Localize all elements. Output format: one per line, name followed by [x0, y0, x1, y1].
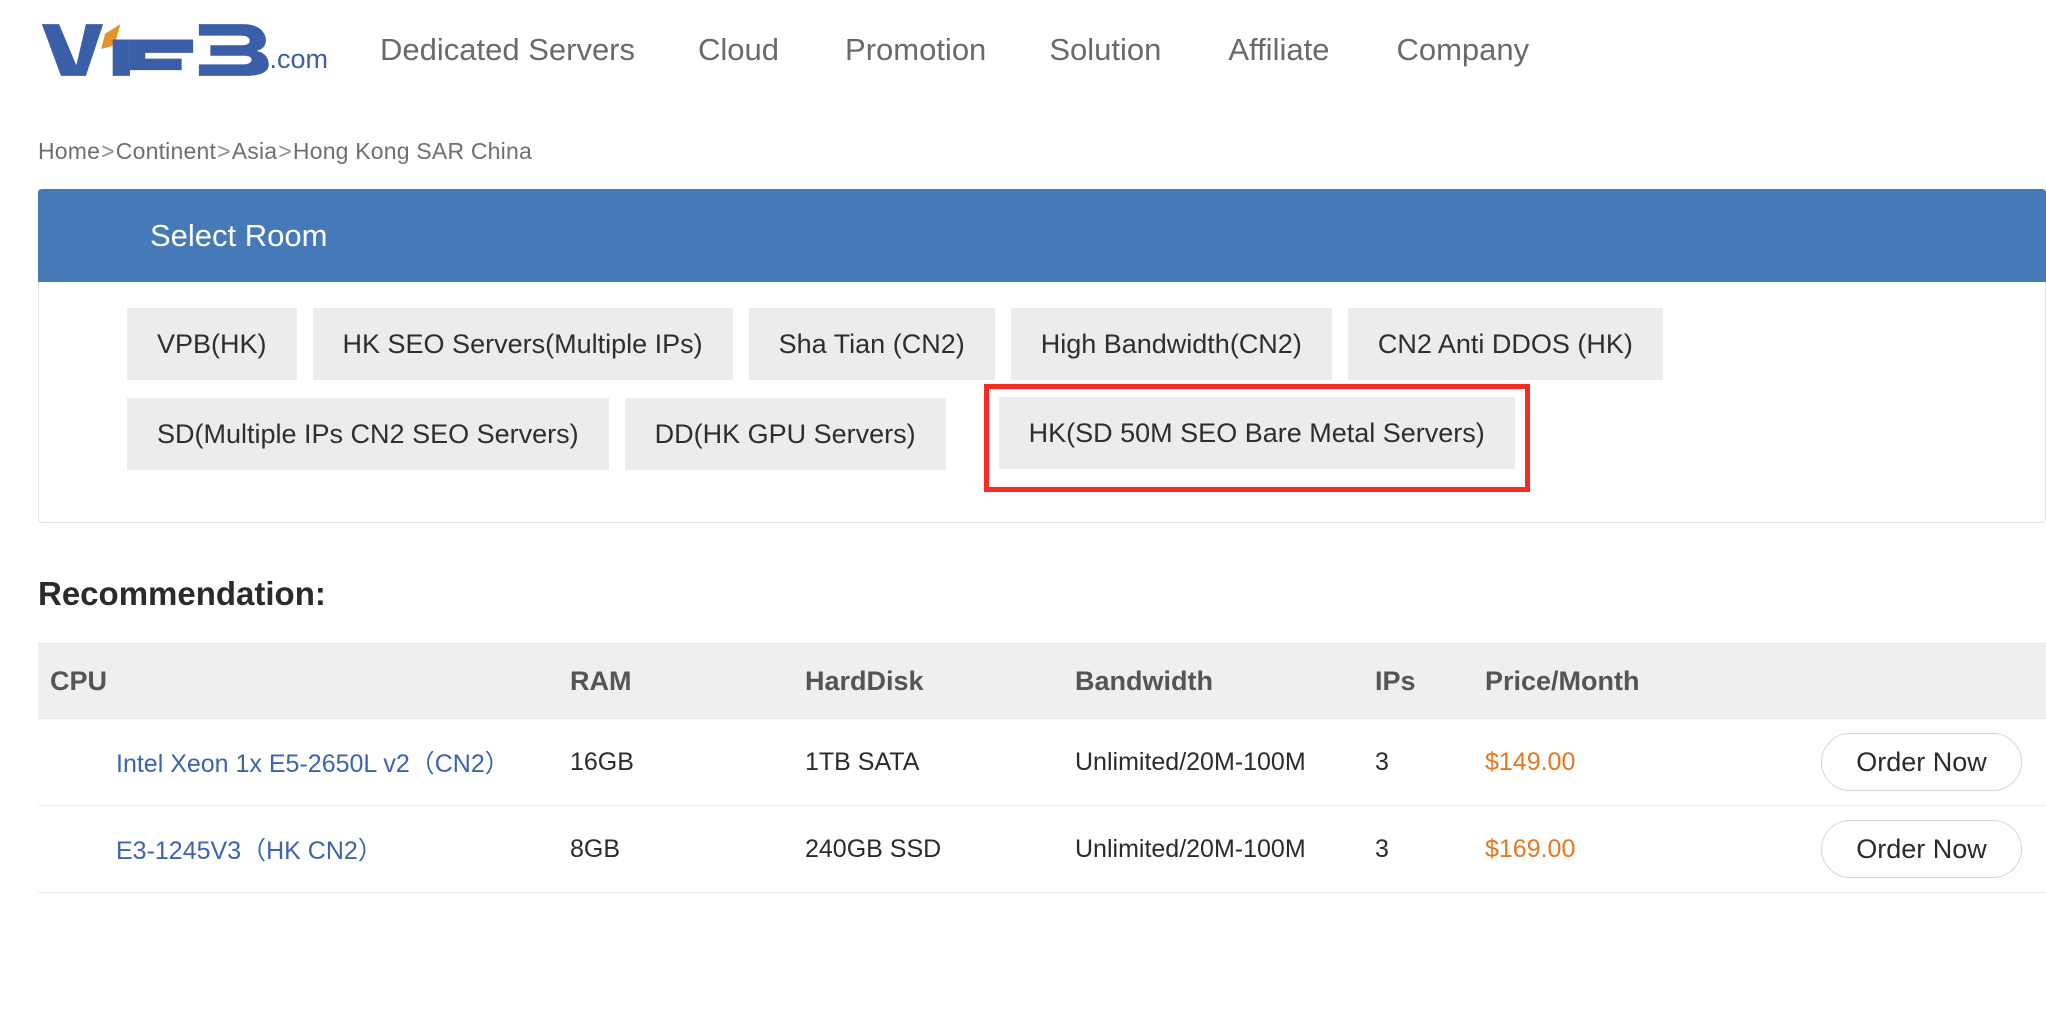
- recommendation-title: Recommendation:: [38, 575, 326, 612]
- room-option-hk-sd-50m-seo-bare-metal[interactable]: HK(SD 50M SEO Bare Metal Servers): [998, 397, 1515, 469]
- room-option-cn2-anti-ddos-hk[interactable]: CN2 Anti DDOS (HK): [1347, 308, 1663, 380]
- vpb-logo-icon: [41, 24, 269, 76]
- cell-cpu: Intel Xeon 1x E5-2650L v2（CN2）: [38, 718, 570, 806]
- column-header-action: [1785, 643, 2046, 719]
- price-value: $149.00: [1485, 747, 1576, 776]
- select-room-body: VPB(HK) HK SEO Servers(Multiple IPs) Sha…: [39, 282, 2045, 522]
- nav-item-cloud[interactable]: Cloud: [698, 26, 779, 74]
- breadcrumb-item-current: Hong Kong SAR China: [292, 138, 532, 164]
- breadcrumb-item-asia[interactable]: Asia: [232, 138, 278, 164]
- breadcrumb-separator: >: [217, 138, 231, 164]
- server-table-wrapper: CPU RAM HardDisk Bandwidth IPs Price/Mon…: [38, 643, 2046, 893]
- logo-dotcom-text: .com: [269, 44, 328, 74]
- room-option-sd-multiple-ips-cn2-seo[interactable]: SD(Multiple IPs CN2 SEO Servers): [127, 398, 609, 470]
- cell-action: Order Now: [1785, 718, 2046, 806]
- server-table-head: CPU RAM HardDisk Bandwidth IPs Price/Mon…: [38, 643, 2046, 719]
- column-header-ips: IPs: [1375, 643, 1485, 719]
- cell-harddisk: 1TB SATA: [805, 718, 1075, 806]
- cell-harddisk: 240GB SSD: [805, 805, 1075, 893]
- room-option-vpb-hk[interactable]: VPB(HK): [127, 308, 297, 380]
- table-row: Intel Xeon 1x E5-2650L v2（CN2） 16GB 1TB …: [38, 718, 2046, 806]
- breadcrumb-separator: >: [278, 138, 292, 164]
- column-header-bandwidth: Bandwidth: [1075, 643, 1375, 719]
- server-table: CPU RAM HardDisk Bandwidth IPs Price/Mon…: [38, 643, 2046, 893]
- order-now-button[interactable]: Order Now: [1821, 820, 2022, 878]
- room-row-2: SD(Multiple IPs CN2 SEO Servers) DD(HK G…: [39, 384, 2045, 492]
- breadcrumb-separator: >: [101, 138, 115, 164]
- nav-item-dedicated-servers[interactable]: Dedicated Servers: [380, 26, 635, 74]
- site-header: .com Dedicated Servers Cloud Promotion S…: [0, 0, 2046, 100]
- order-now-button[interactable]: Order Now: [1821, 733, 2022, 791]
- cell-ram: 8GB: [570, 805, 805, 893]
- cell-action: Order Now: [1785, 805, 2046, 893]
- column-header-ram: RAM: [570, 643, 805, 719]
- cell-ips: 3: [1375, 805, 1485, 893]
- cpu-link[interactable]: E3-1245V3（HK CN2）: [50, 831, 383, 867]
- price-value: $169.00: [1485, 834, 1576, 863]
- table-row: E3-1245V3（HK CN2） 8GB 240GB SSD Unlimite…: [38, 805, 2046, 893]
- select-room-title: Select Room: [150, 217, 328, 253]
- nav-item-promotion[interactable]: Promotion: [845, 26, 986, 74]
- cell-cpu: E3-1245V3（HK CN2）: [38, 805, 570, 893]
- column-header-price: Price/Month: [1485, 643, 1785, 719]
- cell-bandwidth: Unlimited/20M-100M: [1075, 805, 1375, 893]
- column-header-harddisk: HardDisk: [805, 643, 1075, 719]
- cpu-link[interactable]: Intel Xeon 1x E5-2650L v2（CN2）: [50, 744, 510, 780]
- cell-ram: 16GB: [570, 718, 805, 806]
- main-navigation: Dedicated Servers Cloud Promotion Soluti…: [328, 26, 2046, 74]
- nav-item-company[interactable]: Company: [1396, 26, 1529, 74]
- nav-item-solution[interactable]: Solution: [1049, 26, 1161, 74]
- table-header-row: CPU RAM HardDisk Bandwidth IPs Price/Mon…: [38, 643, 2046, 719]
- room-option-dd-hk-gpu-servers[interactable]: DD(HK GPU Servers): [624, 398, 946, 470]
- cell-price: $169.00: [1485, 805, 1785, 893]
- breadcrumb-item-continent[interactable]: Continent: [116, 138, 216, 164]
- action-wrapper: Order Now: [1785, 820, 2046, 878]
- breadcrumb: Home>Continent>Asia>Hong Kong SAR China: [0, 100, 2046, 165]
- server-table-body: Intel Xeon 1x E5-2650L v2（CN2） 16GB 1TB …: [38, 718, 2046, 893]
- select-room-panel: Select Room VPB(HK) HK SEO Servers(Multi…: [38, 189, 2046, 523]
- room-option-hk-seo-servers[interactable]: HK SEO Servers(Multiple IPs): [312, 308, 733, 380]
- cell-price: $149.00: [1485, 718, 1785, 806]
- cell-ips: 3: [1375, 718, 1485, 806]
- room-option-high-bandwidth-cn2[interactable]: High Bandwidth(CN2): [1010, 308, 1332, 380]
- room-row-1: VPB(HK) HK SEO Servers(Multiple IPs) Sha…: [39, 308, 2045, 380]
- column-header-cpu: CPU: [38, 643, 570, 719]
- site-logo[interactable]: .com: [38, 19, 328, 81]
- nav-item-affiliate[interactable]: Affiliate: [1228, 26, 1329, 74]
- action-wrapper: Order Now: [1785, 733, 2046, 791]
- selected-room-highlight-box: HK(SD 50M SEO Bare Metal Servers): [983, 384, 1530, 492]
- breadcrumb-item-home[interactable]: Home: [38, 138, 100, 164]
- room-option-sha-tian-cn2[interactable]: Sha Tian (CN2): [748, 308, 995, 380]
- cell-bandwidth: Unlimited/20M-100M: [1075, 718, 1375, 806]
- select-room-header: Select Room: [38, 189, 2046, 282]
